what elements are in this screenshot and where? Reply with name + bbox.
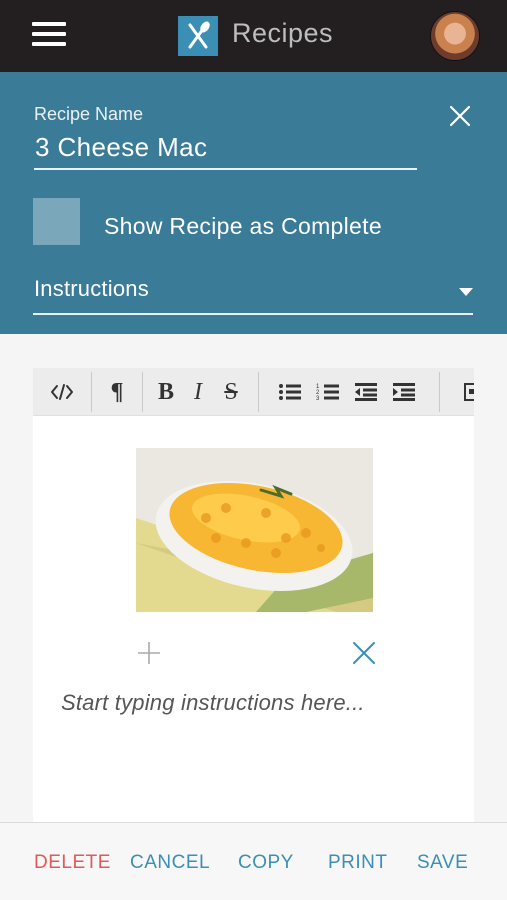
numbered-list-icon[interactable]: 1 2 3 [313,368,343,415]
menu-icon[interactable] [32,22,66,48]
save-button[interactable]: SAVE [417,852,468,874]
print-button[interactable]: PRINT [328,852,388,874]
bold-icon[interactable]: B [151,368,181,415]
copy-button[interactable]: COPY [238,852,294,874]
app-header: Recipes [0,0,507,72]
italic-icon[interactable]: I [183,368,213,415]
recipe-photo[interactable] [136,448,373,612]
section-dropdown-value: Instructions [34,276,149,301]
recipe-form-panel: Recipe Name 3 Cheese Mac Show Recipe as … [0,72,507,334]
recipe-name-input[interactable]: 3 Cheese Mac [35,132,207,163]
action-bar: DELETE CANCEL COPY PRINT SAVE [0,822,507,900]
app-title: Recipes [232,18,334,48]
outdent-icon[interactable] [351,368,381,415]
toolbar-divider [258,372,259,412]
toolbar-divider [142,372,143,412]
code-view-icon[interactable] [33,368,91,415]
complete-label[interactable]: Show Recipe as Complete [104,213,382,240]
recipe-name-label: Recipe Name [34,104,144,124]
instructions-editor: ¶ B I S 1 2 3 Start typing instructions … [33,368,474,823]
recipes-logo-icon [178,16,218,56]
delete-button[interactable]: DELETE [34,852,111,874]
insert-image-icon[interactable] [463,368,474,415]
editor-toolbar: ¶ B I S 1 2 3 [33,368,474,416]
toolbar-divider [439,372,440,412]
user-avatar[interactable] [430,11,480,61]
indent-icon[interactable] [389,368,419,415]
recipe-name-underline [34,168,417,170]
section-underline [33,313,473,315]
cancel-button[interactable]: CANCEL [130,852,210,874]
strikethrough-icon[interactable]: S [216,368,246,415]
paragraph-icon[interactable]: ¶ [92,368,142,415]
svg-text:3: 3 [316,396,320,402]
instructions-input[interactable]: Start typing instructions here... [61,690,365,716]
add-icon[interactable] [136,640,162,666]
complete-checkbox[interactable] [33,198,80,245]
bulleted-list-icon[interactable] [275,368,305,415]
caret-down-icon [459,288,473,296]
remove-image-icon[interactable] [351,640,377,666]
close-icon[interactable] [446,102,474,130]
section-dropdown[interactable]: Instructions [33,270,473,316]
